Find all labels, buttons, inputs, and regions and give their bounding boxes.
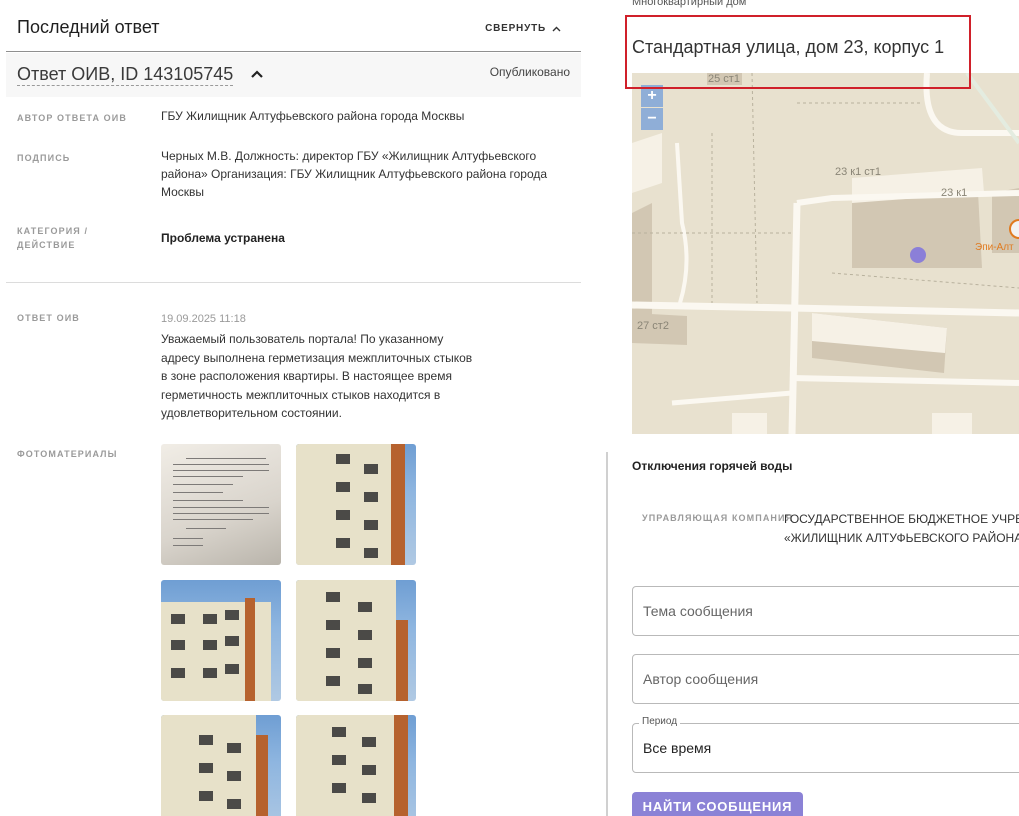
house-type: Многоквартирный дом [632, 0, 747, 8]
response-date: 19.09.2025 11:18 [161, 313, 246, 325]
photo-thumbnail[interactable] [161, 715, 281, 816]
status-badge: Опубликовано [489, 65, 570, 79]
subject-placeholder: Тема сообщения [643, 603, 753, 619]
answer-header[interactable]: Ответ ОИВ, ID 143105745 Опубликовано [6, 53, 581, 97]
period-value: Все время [643, 740, 712, 756]
photo-thumbnail[interactable] [161, 444, 281, 565]
map-label: 23 к1 ст1 [835, 166, 881, 178]
photo-thumbnail[interactable] [296, 715, 416, 816]
address-highlight [625, 15, 971, 89]
period-select[interactable]: Период Все время [632, 716, 1019, 773]
map-label: 23 к1 [941, 187, 968, 199]
signature-value: Черных М.В. Должность: директор ГБУ «Жил… [161, 149, 548, 199]
photo-thumbnail[interactable] [296, 444, 416, 565]
author-label: АВТОР ОТВЕТА ОИВ [17, 113, 127, 123]
zoom-out-button[interactable]: − [641, 108, 663, 130]
management-value: ГОСУДАРСТВЕННОЕ БЮДЖЕТНОЕ УЧРЕЖ «ЖИЛИЩНИ… [784, 512, 1019, 545]
management-label: УПРАВЛЯЮЩАЯ КОМПАНИЯ [642, 513, 794, 523]
house-info-panel: Многоквартирный дом Стандартная улица, д… [612, 0, 1019, 816]
signature-label: ПОДПИСЬ [17, 153, 71, 163]
map-label: 27 ст2 [637, 320, 669, 332]
author-value: ГБУ Жилищник Алтуфьевского района города… [161, 109, 465, 123]
response-label: ОТВЕТ ОИВ [17, 313, 80, 323]
collapse-button[interactable]: СВЕРНУТЬ [485, 23, 561, 34]
subject-input[interactable]: Тема сообщения [632, 586, 1019, 636]
scrollbar[interactable] [606, 452, 608, 816]
divider [6, 282, 581, 283]
photo-thumbnail[interactable] [296, 580, 416, 701]
author-input[interactable]: Автор сообщения [632, 654, 1019, 704]
period-label: Период [639, 716, 681, 727]
map[interactable]: + − 25 ст1 23 к1 ст1 23 к1 27 ст2 Эпи-Ал… [632, 73, 1019, 434]
collapse-label: СВЕРНУТЬ [485, 23, 546, 34]
answer-title[interactable]: Ответ ОИВ, ID 143105745 [17, 63, 234, 86]
poi-label[interactable]: Эпи-Алт [975, 242, 1014, 253]
category-label: КАТЕГОРИЯ / ДЕЙСТВИЕ [17, 226, 89, 250]
response-text: Уважаемый пользователь портала! По указа… [161, 332, 473, 420]
panel-title: Последний ответ [17, 17, 160, 37]
chevron-up-icon[interactable] [250, 67, 264, 81]
map-canvas[interactable] [632, 73, 1019, 434]
hot-water-link[interactable]: Отключения горячей воды [632, 459, 792, 473]
find-messages-button[interactable]: НАЙТИ СООБЩЕНИЯ [632, 792, 803, 816]
last-answer-panel: Последний ответ СВЕРНУТЬ Ответ ОИВ, ID 1… [0, 0, 590, 816]
photos-label: ФОТОМАТЕРИАЛЫ [17, 449, 118, 459]
author-placeholder: Автор сообщения [643, 671, 759, 687]
panel-header: Последний ответ СВЕРНУТЬ [6, 0, 581, 52]
chevron-up-icon [552, 26, 561, 31]
category-value: Проблема устранена [161, 231, 285, 245]
photo-thumbnail[interactable] [161, 580, 281, 701]
